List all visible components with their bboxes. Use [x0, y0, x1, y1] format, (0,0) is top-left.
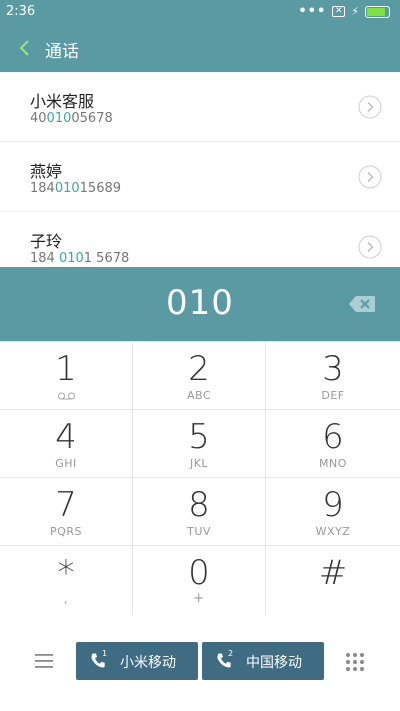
contact-item[interactable]: 小米客服 4001005678: [0, 72, 400, 142]
dial-keypad: 1 2 ABC 3 DEF 4 GHI 5 JKL 6 MNO 7 PQRS 8…: [0, 341, 400, 616]
key-digit: 6: [322, 417, 344, 457]
status-time: 2:36: [6, 4, 36, 19]
key-letters: GHI: [55, 457, 77, 470]
key-digit: 8: [188, 485, 210, 525]
key-0[interactable]: 0 +: [133, 546, 266, 616]
bottom-bar: 1 小米移动 2 中国移动: [0, 615, 400, 711]
battery-icon: [365, 5, 390, 18]
key-letters: MNO: [319, 457, 347, 470]
key-6[interactable]: 6 MNO: [266, 410, 400, 478]
key-letters: ,: [64, 593, 68, 606]
key-1[interactable]: 1: [0, 342, 133, 410]
key-3[interactable]: 3 DEF: [266, 342, 400, 410]
key-letters: TUV: [187, 525, 211, 538]
contact-suggestion-list: 小米客服 4001005678 燕婷 18401015689 子玲 184 01…: [0, 72, 400, 267]
back-arrow-icon[interactable]: [15, 36, 35, 60]
key-digit: 5: [188, 417, 210, 457]
app-bar: 通话: [0, 24, 400, 72]
key-digit: *: [57, 553, 75, 593]
page-title: 通话: [45, 42, 79, 62]
call-button-label: 小米移动: [120, 655, 176, 671]
contact-name: 子玲: [30, 232, 63, 251]
contact-detail-icon[interactable]: [358, 235, 382, 259]
key-8[interactable]: 8 TUV: [133, 478, 266, 546]
key-digit: 3: [322, 349, 344, 389]
contact-number: 4001005678: [30, 111, 113, 126]
dialed-number: 010: [166, 283, 234, 323]
number-match-highlight: 010: [54, 181, 80, 196]
contact-detail-icon[interactable]: [358, 95, 382, 119]
call-sim2-button[interactable]: 2 中国移动: [202, 642, 324, 680]
more-notifications-icon: •••: [298, 4, 327, 19]
call-button-label: 中国移动: [246, 655, 302, 671]
key-letters: JKL: [189, 457, 209, 470]
key-letters: PQRS: [50, 525, 82, 538]
key-digit: 2: [188, 349, 210, 389]
contact-item[interactable]: 燕婷 18401015689: [0, 142, 400, 212]
contact-name: 小米客服: [30, 92, 95, 111]
contact-name: 燕婷: [30, 162, 63, 181]
contact-item[interactable]: 子玲 184 0101 5678: [0, 212, 400, 267]
sim-number: 2: [228, 649, 234, 658]
contact-number: 18401015689: [30, 181, 122, 196]
number-match-highlight: 010: [58, 251, 84, 266]
key-digit: #: [318, 553, 348, 593]
key-digit: 4: [55, 417, 77, 457]
key-digit: 7: [55, 485, 77, 525]
key-star[interactable]: * ,: [0, 546, 133, 616]
number-match-highlight: 010: [46, 111, 72, 126]
voicemail-icon: [58, 392, 75, 400]
backspace-icon[interactable]: [348, 295, 376, 313]
status-icons: ••• ✕ ⚡: [298, 4, 390, 19]
key-4[interactable]: 4 GHI: [0, 410, 133, 478]
key-digit: 1: [55, 349, 77, 389]
call-sim1-button[interactable]: 1 小米移动: [76, 642, 198, 680]
key-5[interactable]: 5 JKL: [133, 410, 266, 478]
sim-number: 1: [102, 649, 108, 658]
key-digit: 9: [322, 485, 344, 525]
key-letters: ABC: [186, 389, 212, 402]
key-letters: WXYZ: [315, 525, 351, 538]
key-7[interactable]: 7 PQRS: [0, 478, 133, 546]
status-bar: 2:36 ••• ✕ ⚡: [0, 0, 400, 24]
dial-display: 010: [0, 267, 400, 341]
contact-number: 184 0101 5678: [30, 251, 130, 266]
charging-icon: ⚡: [351, 5, 359, 18]
key-2[interactable]: 2 ABC: [133, 342, 266, 410]
key-letters: +: [193, 591, 205, 606]
dialpad-toggle-icon[interactable]: [345, 652, 365, 672]
key-hash[interactable]: #: [266, 546, 400, 616]
key-digit: 0: [188, 553, 210, 593]
menu-icon[interactable]: [34, 653, 54, 669]
key-9[interactable]: 9 WXYZ: [266, 478, 400, 546]
contact-detail-icon[interactable]: [358, 165, 382, 189]
no-sim-icon: ✕: [332, 6, 346, 17]
key-letters: DEF: [321, 389, 345, 402]
battery-level: [367, 7, 385, 16]
